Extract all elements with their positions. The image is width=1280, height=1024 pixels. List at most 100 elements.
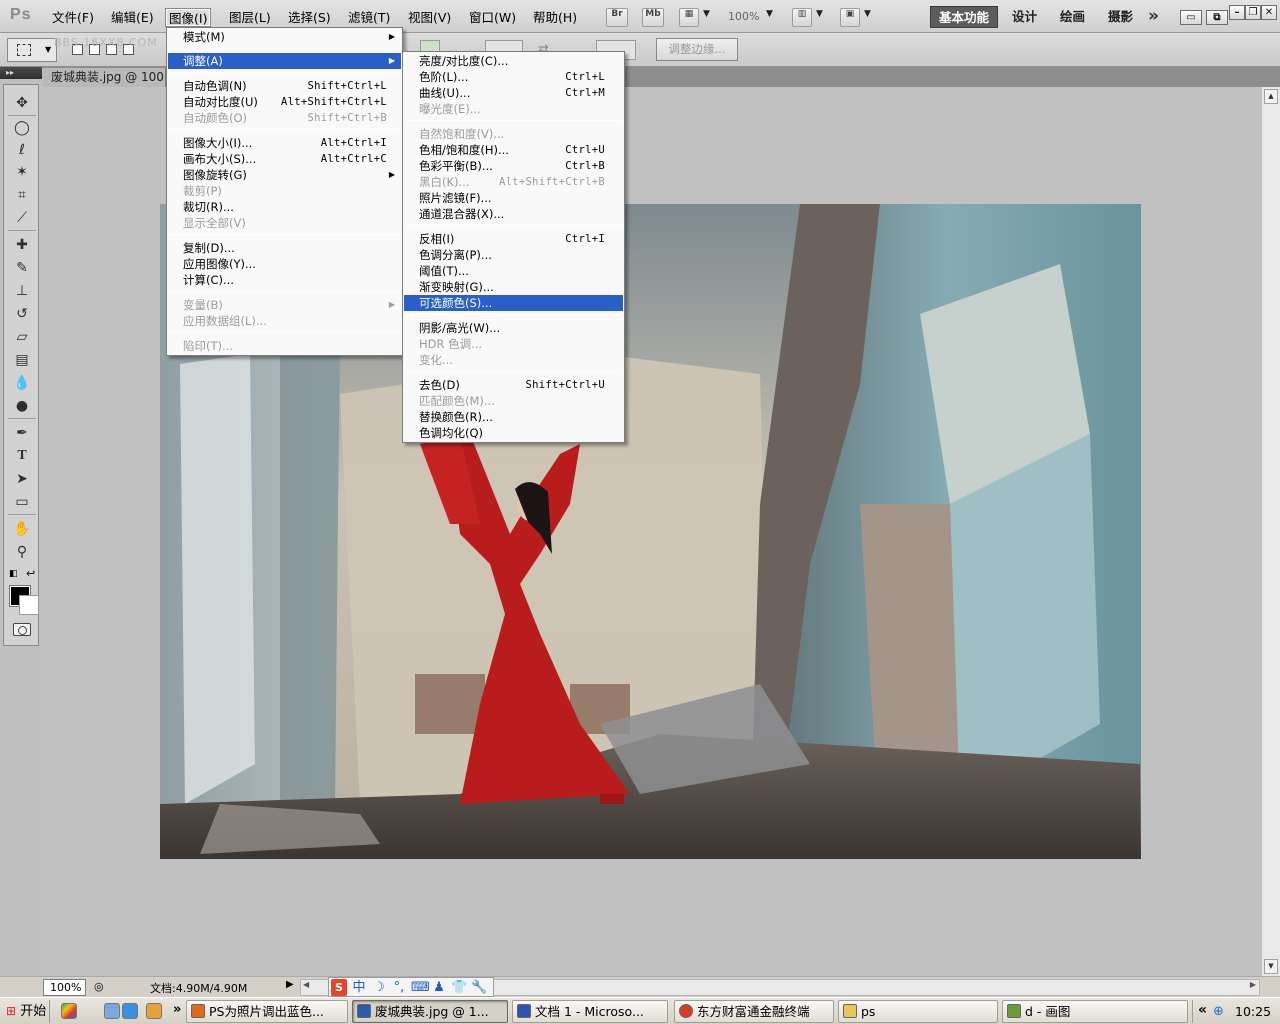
swap-colors-icon[interactable]: ↩ <box>26 567 35 580</box>
eyedropper-icon[interactable]: ⟋ <box>10 208 34 228</box>
image-menu-item-4[interactable]: 自动对比度(U) Alt+Shift+Ctrl+L <box>168 94 401 110</box>
adjust-menu-item-14[interactable]: 渐变映射(G)... <box>404 279 623 295</box>
image-menu-item-11[interactable]: 显示全部(V) <box>168 215 401 231</box>
menu-view[interactable]: 视图(V) <box>405 8 454 27</box>
zoom-icon[interactable]: ⚲ <box>10 542 34 562</box>
image-menu-item-6[interactable]: 图像大小(I)... Alt+Ctrl+I <box>168 135 401 151</box>
task-paint[interactable]: d - 画图 <box>1002 1000 1188 1023</box>
background-color-swatch[interactable] <box>19 595 39 615</box>
lasso-icon[interactable]: ℓ <box>10 140 34 160</box>
image-menu-item-3[interactable]: 自动色调(N) Shift+Ctrl+L <box>168 78 401 94</box>
vertical-scrollbar[interactable]: ▲ ▼ <box>1261 87 1280 976</box>
workspace-essentials[interactable]: 基本功能 <box>930 6 999 28</box>
zoom-input[interactable]: 100% <box>43 979 86 996</box>
adjust-menu-item-15[interactable]: 可选颜色(S)... <box>404 295 623 311</box>
image-menu-item-15[interactable]: 变量(B) ▶ <box>168 297 401 313</box>
move-tool-icon[interactable]: ✥ <box>10 93 34 113</box>
rectangle-shape-icon[interactable]: ▭ <box>10 492 34 512</box>
bridge-button[interactable]: Br <box>606 8 628 27</box>
sogou-logo[interactable]: S <box>331 979 347 996</box>
skin-shirt-icon[interactable]: 👕 <box>451 979 467 996</box>
status-menu-icon[interactable]: ▶ <box>286 979 294 990</box>
workspace-design[interactable]: 设计 <box>1004 6 1045 28</box>
image-menu-item-1[interactable]: 模式(M) ▶ <box>168 29 401 45</box>
quicklaunch-app-icon[interactable] <box>61 1003 77 1019</box>
workspace-photography[interactable]: 摄影 <box>1100 6 1141 28</box>
hand-icon[interactable]: ✋ <box>10 519 34 539</box>
menu-window[interactable]: 窗口(W) <box>466 8 519 27</box>
minimize-panels-icon[interactable]: ▭ <box>1180 10 1202 25</box>
user-icon[interactable]: ♟ <box>431 979 447 996</box>
half-width-moon-icon[interactable]: ☽ <box>371 979 387 996</box>
screen-mode-icon[interactable]: ▣ <box>840 8 860 27</box>
adjust-menu-item-19[interactable]: 去色(D) Shift+Ctrl+U <box>404 377 623 393</box>
adjust-menu-item-9[interactable]: 照片滤镜(F)... <box>404 190 623 206</box>
image-menu-item-12[interactable]: 复制(D)... <box>168 240 401 256</box>
minimize-icon[interactable]: – <box>1229 5 1245 20</box>
task-word[interactable]: 文档 1 - Microso... <box>512 1000 668 1023</box>
task-browser[interactable]: PS为照片调出蓝色... <box>186 1000 348 1023</box>
punctuation-icon[interactable]: °, <box>391 979 407 996</box>
image-menu-item-9[interactable]: 裁剪(P) <box>168 183 401 199</box>
chevron-down-icon[interactable]: ▼ <box>816 9 823 19</box>
adjust-menu-item-12[interactable]: 色调分离(P)... <box>404 247 623 263</box>
crop-icon[interactable]: ⌗ <box>10 185 34 205</box>
task-folder[interactable]: ps <box>838 1000 998 1023</box>
menu-help[interactable]: 帮助(H) <box>530 8 580 27</box>
adjust-menu-item-5[interactable]: 自然饱和度(V)... <box>404 126 623 142</box>
clone-stamp-icon[interactable]: ⊥ <box>10 281 34 301</box>
image-menu-item-17[interactable]: 陷印(T)... <box>168 338 401 354</box>
scroll-left-icon[interactable]: ◀ <box>303 980 309 989</box>
task-finance[interactable]: 东方财富通金融终端 <box>674 1000 834 1023</box>
magic-wand-icon[interactable]: ✶ <box>10 162 34 182</box>
adjust-menu-item-1[interactable]: 亮度/对比度(C)... <box>404 53 623 69</box>
adjust-menu-item-18[interactable]: 变化... <box>404 352 623 368</box>
close-icon[interactable]: ✕ <box>1261 5 1277 20</box>
menu-edit[interactable]: 编辑(E) <box>108 8 157 27</box>
restore-panels-icon[interactable]: ⧉ <box>1206 10 1228 25</box>
view-extras-icon[interactable]: ▦ <box>679 8 699 27</box>
scroll-up-icon[interactable]: ▲ <box>1264 89 1278 104</box>
scroll-right-icon[interactable]: ▶ <box>1250 980 1256 989</box>
quick-mask-icon[interactable] <box>13 623 31 636</box>
adjust-menu-item-3[interactable]: 曲线(U)... Ctrl+M <box>404 85 623 101</box>
adjust-menu-item-8[interactable]: 黑白(K)... Alt+Shift+Ctrl+B <box>404 174 623 190</box>
task-photoshop[interactable]: 废城典装.jpg @ 1... <box>352 1000 508 1023</box>
scroll-down-icon[interactable]: ▼ <box>1264 959 1278 974</box>
image-menu-item-7[interactable]: 画布大小(S)... Alt+Ctrl+C <box>168 151 401 167</box>
path-selection-icon[interactable]: ➤ <box>10 469 34 489</box>
menu-select[interactable]: 选择(S) <box>285 8 334 27</box>
start-button[interactable]: ⊞ 开始 <box>0 1000 50 1023</box>
toolbox-header[interactable]: ▸▸ <box>0 67 42 79</box>
quicklaunch-more[interactable]: » <box>173 1002 181 1017</box>
tray-expand-button[interactable]: « <box>1198 1002 1207 1018</box>
image-menu-item-10[interactable]: 裁切(R)... <box>168 199 401 215</box>
type-tool-icon[interactable]: T <box>10 446 34 466</box>
adjust-menu-item-13[interactable]: 阈值(T)... <box>404 263 623 279</box>
chevron-down-icon[interactable]: ▼ <box>703 9 710 19</box>
chevron-down-icon[interactable]: ▼ <box>864 9 871 19</box>
more-workspaces-icon[interactable]: » <box>1148 6 1159 26</box>
menu-layer[interactable]: 图层(L) <box>226 8 274 27</box>
network-icon[interactable]: ⊕ <box>1213 1004 1224 1019</box>
mini-bridge-button[interactable]: Mb <box>642 8 664 27</box>
adjust-menu-item-21[interactable]: 替换颜色(R)... <box>404 409 623 425</box>
elliptical-marquee-icon[interactable]: ◯ <box>10 118 34 138</box>
adjust-menu-item-22[interactable]: 色调均化(Q) <box>404 425 623 441</box>
brush-icon[interactable]: ✎ <box>10 258 34 278</box>
blur-icon[interactable]: 💧 <box>10 373 34 393</box>
eraser-icon[interactable]: ▱ <box>10 327 34 347</box>
menu-filter[interactable]: 滤镜(T) <box>345 8 393 27</box>
adjust-menu-item-10[interactable]: 通道混合器(X)... <box>404 206 623 222</box>
adjust-menu-item-2[interactable]: 色阶(L)... Ctrl+L <box>404 69 623 85</box>
restore-icon[interactable]: ❐ <box>1245 5 1261 20</box>
adjust-menu-item-7[interactable]: 色彩平衡(B)... Ctrl+B <box>404 158 623 174</box>
image-menu-item-16[interactable]: 应用数据组(L)... <box>168 313 401 329</box>
ime-lang-toggle[interactable]: 中 <box>351 979 367 996</box>
workspace-painting[interactable]: 绘画 <box>1052 6 1093 28</box>
wrench-icon[interactable]: 🔧 <box>471 979 487 996</box>
keyboard-icon[interactable]: ⌨ <box>411 979 430 996</box>
image-menu-item-8[interactable]: 图像旋转(G) ▶ <box>168 167 401 183</box>
default-colors-icon[interactable]: ◧ <box>9 569 18 579</box>
adjust-menu-item-6[interactable]: 色相/饱和度(H)... Ctrl+U <box>404 142 623 158</box>
